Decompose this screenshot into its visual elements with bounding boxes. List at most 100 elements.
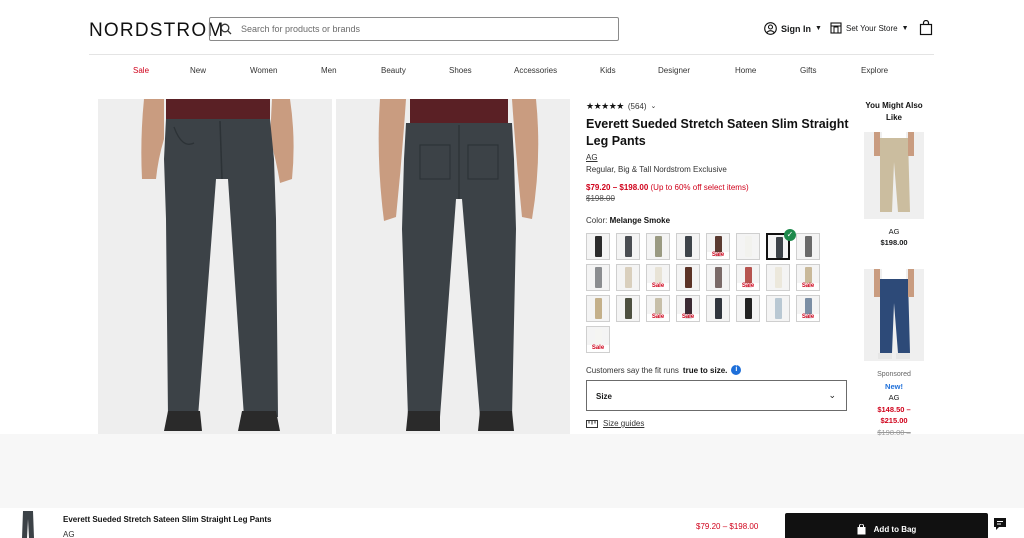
recommendation-2-sale-price-2: $215.00 [880,416,908,425]
color-swatch[interactable] [616,233,640,260]
search-input[interactable]: Search for products or brands [209,17,619,41]
color-swatch[interactable] [706,295,730,322]
swatch-color [625,236,632,257]
color-swatch[interactable] [616,264,640,291]
swatch-color [776,237,783,258]
color-swatch[interactable] [766,295,790,322]
add-to-bag-button[interactable]: Add to Bag [785,513,988,538]
color-swatch[interactable]: Sale [706,233,730,260]
nav-new[interactable]: New [190,66,206,75]
nav-women[interactable]: Women [250,66,277,75]
nordstrom-logo[interactable]: NORDSTROM [89,20,224,42]
fit-message-prefix: Customers say the fit runs [586,365,679,375]
swatch-color [655,236,662,257]
swatch-color [685,236,692,257]
swatch-color [685,267,692,288]
color-swatch[interactable] [586,295,610,322]
product-image-back[interactable] [336,99,570,434]
search-placeholder: Search for products or brands [241,24,361,34]
nav-accessories[interactable]: Accessories [514,66,557,75]
set-store-button[interactable]: Set Your Store ▼ [830,22,909,34]
color-swatch[interactable]: Sale [646,295,670,322]
color-swatch[interactable] [736,233,760,260]
color-swatch[interactable]: Sale [736,264,760,291]
sale-badge: Sale [797,314,819,321]
color-swatch[interactable]: Sale [586,326,610,353]
shopping-bag-icon[interactable] [919,20,933,36]
nav-shoes[interactable]: Shoes [449,66,472,75]
info-icon[interactable]: i [731,365,742,375]
color-swatch[interactable] [676,264,700,291]
color-swatch[interactable]: Sale [796,295,820,322]
size-guides-link[interactable]: Size guides [586,419,644,428]
color-swatch[interactable] [586,233,610,260]
pants-front-illustration [141,99,294,431]
khaki-pants-illustration [874,132,914,212]
color-swatch[interactable]: Sale [676,295,700,322]
color-swatch[interactable]: Sale [796,264,820,291]
sale-badge: Sale [647,283,669,290]
store-icon [830,22,842,34]
color-swatch[interactable] [796,233,820,260]
price-range: $79.20 – $198.00 (Up to 60% off select i… [586,183,850,192]
main-nav: Sale New Women Men Beauty Shoes Accessor… [89,66,934,80]
recommendation-2-info: Sponsored New! AG $148.50 – $215.00 [864,369,924,427]
color-swatch[interactable] [706,264,730,291]
nav-beauty[interactable]: Beauty [381,66,406,75]
fit-message-value: true to size. [682,365,728,375]
swatch-color [715,267,722,288]
page-fade-overlay: $198.00 – [0,428,1024,512]
nav-designer[interactable]: Designer [658,66,690,75]
bag-icon [857,524,866,535]
color-label-text: Color: [586,216,608,225]
size-guides-label: Size guides [603,419,645,428]
color-swatch[interactable] [766,264,790,291]
swatch-color [715,298,722,319]
review-count: (564) [627,101,647,111]
recommendation-2-brand: AG [888,393,900,402]
size-select[interactable]: Size ⌄ [586,380,847,411]
nav-explore[interactable]: Explore [861,66,888,75]
sign-in-button[interactable]: Sign In ▼ [764,22,822,35]
nav-home[interactable]: Home [735,66,756,75]
swatch-color [625,298,632,319]
discount-note: (Up to 60% off select items) [650,183,749,192]
recommendation-image-2[interactable] [864,269,924,361]
color-swatch[interactable] [736,295,760,322]
swatch-color [595,267,602,288]
account-icon [764,22,777,35]
original-price: $198.00 [586,194,615,203]
color-swatch[interactable] [646,233,670,260]
color-swatch[interactable]: Sale [646,264,670,291]
swatch-color [775,267,782,288]
sticky-product-brand: AG [63,530,75,538]
recommendation-2-original-price: $198.00 – [877,428,911,437]
nav-gifts[interactable]: Gifts [800,66,816,75]
nav-men[interactable]: Men [321,66,337,75]
color-swatch[interactable] [676,233,700,260]
sale-badge: Sale [647,314,669,321]
sale-badge: Sale [587,345,609,352]
recommendation-1-price: $198.00 [880,238,908,247]
recommendation-image-1[interactable] [864,132,924,219]
recommendations: You Might Also Like [864,100,924,124]
fit-options: Regular, Big & Tall Nordstrom Exclusive [586,165,727,174]
recommendation-2-sale-price: $148.50 – [877,404,911,414]
header-divider [89,54,934,55]
store-label: Set Your Store [846,23,898,33]
swatch-color [745,298,752,319]
rating[interactable]: ★★★★★ (564) ⌄ [586,100,850,112]
chat-button[interactable] [988,513,1012,535]
nav-sale[interactable]: Sale [133,66,149,75]
chevron-down-icon: ⌄ [650,103,657,110]
search-icon [220,23,232,35]
sale-badge: Sale [797,283,819,290]
product-image-front[interactable] [98,99,332,434]
color-swatch[interactable] [616,295,640,322]
chevron-down-icon: ⌄ [828,390,836,400]
color-swatch[interactable] [586,264,610,291]
brand-link[interactable]: AG [586,153,850,162]
selected-check-icon: ✓ [784,229,796,241]
blue-jeans-illustration [874,269,914,359]
nav-kids[interactable]: Kids [600,66,616,75]
